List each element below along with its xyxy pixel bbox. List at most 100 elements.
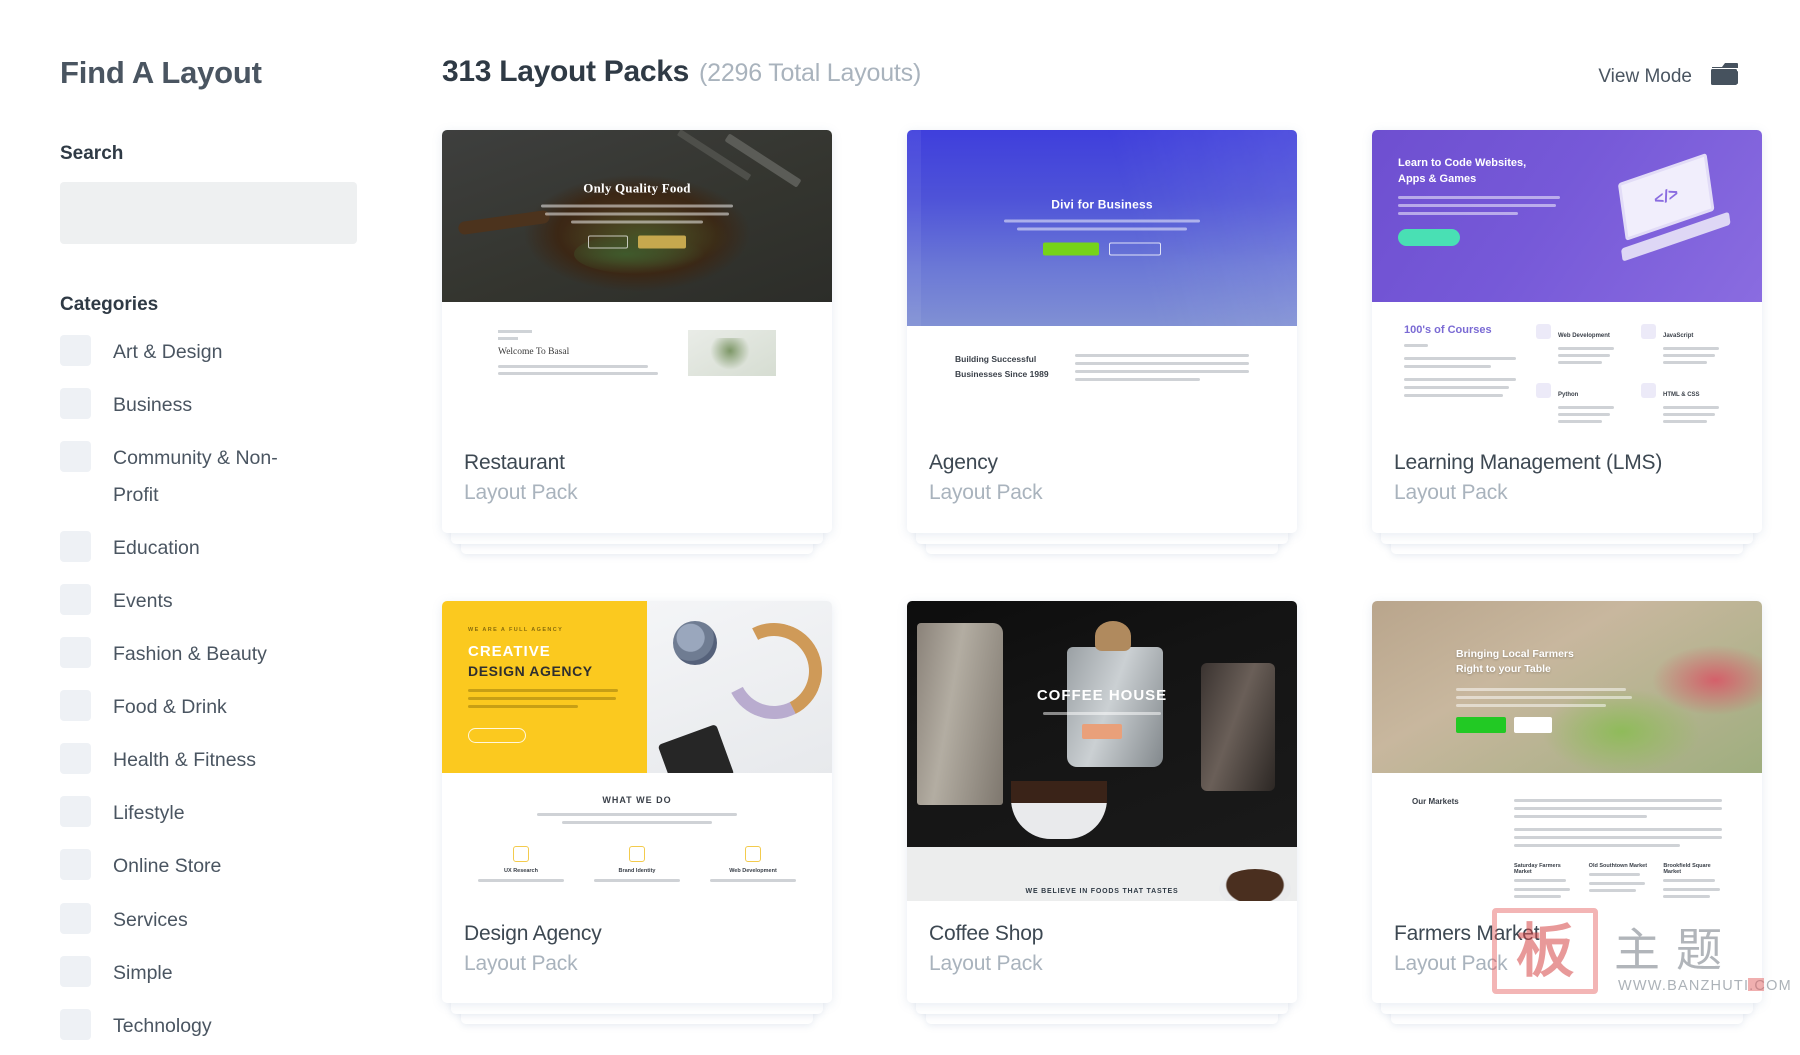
page-title: Find A Layout bbox=[60, 55, 400, 91]
card-subtitle: Layout Pack bbox=[464, 950, 810, 977]
preview-hero-content: Divi for Business bbox=[907, 198, 1297, 259]
preview-cta-secondary bbox=[588, 236, 628, 249]
preview-lorem bbox=[1456, 688, 1632, 707]
layout-pack-card-design-agency[interactable]: WE ARE A FULL AGENCY CREATIVE DESIGN AGE… bbox=[442, 601, 832, 1004]
layout-browser-page: Find A Layout Search Categories Art & De… bbox=[0, 0, 1800, 1055]
preview-cta-primary bbox=[1456, 717, 1506, 733]
card-preview: Learn to Code Websites, Apps & Games </> bbox=[1372, 130, 1762, 430]
preview-hero-content: Bringing Local Farmers Right to your Tab… bbox=[1456, 647, 1632, 713]
category-item-art-design[interactable]: Art & Design bbox=[60, 334, 400, 371]
checkbox-icon[interactable] bbox=[60, 849, 91, 880]
category-label: Food & Drink bbox=[113, 689, 227, 726]
checkbox-icon[interactable] bbox=[60, 584, 91, 615]
card-meta: Restaurant Layout Pack bbox=[442, 430, 832, 533]
card-meta: Learning Management (LMS) Layout Pack bbox=[1372, 430, 1762, 533]
preview-cell-title: Web Development bbox=[702, 868, 804, 874]
folder-grid-icon[interactable] bbox=[1710, 61, 1740, 92]
card-preview: Bringing Local Farmers Right to your Tab… bbox=[1372, 601, 1762, 901]
card-subtitle: Layout Pack bbox=[1394, 950, 1740, 977]
layout-pack-card-coffee-shop[interactable]: COFFEE HOUSE WE BELIEVE bbox=[907, 601, 1297, 1004]
category-item-online-store[interactable]: Online Store bbox=[60, 848, 400, 885]
preview-body-left: Building Successful Businesses Since 198… bbox=[955, 352, 1049, 430]
preview-cta-primary bbox=[1398, 229, 1460, 246]
preview-hero: Divi for Business bbox=[907, 130, 1297, 326]
layout-pack-grid: Only Quality Food bbox=[442, 130, 1740, 1003]
card-subtitle: Layout Pack bbox=[929, 950, 1275, 977]
feature-icon bbox=[745, 846, 761, 862]
preview-lorem bbox=[468, 689, 647, 708]
preview-cell: Web Development bbox=[702, 846, 804, 882]
card-subtitle: Layout Pack bbox=[929, 479, 1275, 506]
layout-pack-card-wrap: Divi for Business bbox=[907, 130, 1297, 533]
layout-pack-card-wrap: Learn to Code Websites, Apps & Games </> bbox=[1372, 130, 1762, 533]
card-preview: COFFEE HOUSE WE BELIEVE bbox=[907, 601, 1297, 901]
preview-lorem bbox=[977, 220, 1227, 231]
preview-cta-row bbox=[1456, 717, 1552, 733]
preview-body: 100's of Courses bbox=[1372, 302, 1762, 430]
preview-feature-cells: Saturday Farmers Market Old Southtown Ma… bbox=[1514, 863, 1722, 898]
preview-cell: Python bbox=[1536, 383, 1625, 430]
preview-hero-heading: Divi for Business bbox=[977, 198, 1227, 212]
category-item-business[interactable]: Business bbox=[60, 387, 400, 424]
preview-hero-heading-2: DESIGN AGENCY bbox=[468, 663, 647, 679]
category-item-food-drink[interactable]: Food & Drink bbox=[60, 689, 400, 726]
layout-pack-card-lms[interactable]: Learn to Code Websites, Apps & Games </> bbox=[1372, 130, 1762, 533]
preview-body-heading-1: Building Successful bbox=[955, 352, 1049, 367]
layout-pack-card-restaurant[interactable]: Only Quality Food bbox=[442, 130, 832, 533]
card-title: Coffee Shop bbox=[929, 921, 1275, 947]
category-item-simple[interactable]: Simple bbox=[60, 955, 400, 992]
view-mode-label: View Mode bbox=[1598, 66, 1692, 88]
checkbox-icon[interactable] bbox=[60, 690, 91, 721]
preview-cta-row bbox=[977, 723, 1227, 741]
card-subtitle: Layout Pack bbox=[1394, 479, 1740, 506]
category-item-lifestyle[interactable]: Lifestyle bbox=[60, 795, 400, 832]
category-item-education[interactable]: Education bbox=[60, 530, 400, 567]
preview-cta-secondary bbox=[1109, 243, 1161, 256]
preview-image bbox=[688, 330, 776, 376]
preview-hero: Learn to Code Websites, Apps & Games </> bbox=[1372, 130, 1762, 302]
preview-hero-heading-1: Bringing Local Farmers bbox=[1456, 647, 1632, 663]
preview-body: WHAT WE DO UX Research bbox=[442, 773, 832, 901]
results-header: 313 Layout Packs(2296 Total Layouts) Vie… bbox=[442, 55, 1740, 92]
preview-body-left: 100's of Courses bbox=[1404, 324, 1516, 430]
checkbox-icon[interactable] bbox=[60, 531, 91, 562]
feature-icon bbox=[513, 846, 529, 862]
category-item-community-non-profit[interactable]: Community & Non-Profit bbox=[60, 440, 400, 514]
checkbox-icon[interactable] bbox=[60, 796, 91, 827]
preview-hero-content: COFFEE HOUSE bbox=[907, 687, 1297, 741]
checkbox-icon[interactable] bbox=[60, 903, 91, 934]
checkbox-icon[interactable] bbox=[60, 637, 91, 668]
checkbox-icon[interactable] bbox=[60, 743, 91, 774]
preview-feature-cells: UX Research Brand Identity bbox=[470, 846, 804, 882]
preview-body: Welcome To Basal bbox=[442, 302, 832, 430]
headphones-decoration bbox=[714, 610, 832, 731]
category-item-technology[interactable]: Technology bbox=[60, 1008, 400, 1045]
checkbox-icon[interactable] bbox=[60, 335, 91, 366]
category-item-services[interactable]: Services bbox=[60, 902, 400, 939]
preview-body: Building Successful Businesses Since 198… bbox=[907, 326, 1297, 430]
category-label: Business bbox=[113, 387, 192, 424]
preview-hero: Only Quality Food bbox=[442, 130, 832, 302]
search-input[interactable] bbox=[60, 182, 357, 244]
category-item-health-fitness[interactable]: Health & Fitness bbox=[60, 742, 400, 779]
layout-pack-card-agency[interactable]: Divi for Business bbox=[907, 130, 1297, 533]
checkbox-icon[interactable] bbox=[60, 441, 91, 472]
card-meta: Farmers Market Layout Pack bbox=[1372, 901, 1762, 1004]
category-label: Fashion & Beauty bbox=[113, 636, 267, 673]
checkbox-icon[interactable] bbox=[60, 388, 91, 419]
layout-pack-card-wrap: Only Quality Food bbox=[442, 130, 832, 533]
checkbox-icon[interactable] bbox=[60, 956, 91, 987]
beans-bowl-decoration bbox=[1011, 781, 1107, 839]
preview-cell: UX Research bbox=[470, 846, 572, 882]
preview-cta-row bbox=[512, 234, 762, 252]
category-label: Online Store bbox=[113, 848, 221, 885]
card-meta: Coffee Shop Layout Pack bbox=[907, 901, 1297, 1004]
layout-pack-card-farmers-market[interactable]: Bringing Local Farmers Right to your Tab… bbox=[1372, 601, 1762, 1004]
preview-feature-cells: Web Development JavaScript bbox=[1536, 324, 1730, 430]
category-item-events[interactable]: Events bbox=[60, 583, 400, 620]
category-item-fashion-beauty[interactable]: Fashion & Beauty bbox=[60, 636, 400, 673]
main-content: 313 Layout Packs(2296 Total Layouts) Vie… bbox=[400, 0, 1800, 1055]
view-mode-toggle[interactable]: View Mode bbox=[1598, 61, 1740, 92]
checkbox-icon[interactable] bbox=[60, 1009, 91, 1040]
preview-cta-secondary bbox=[1514, 717, 1552, 733]
